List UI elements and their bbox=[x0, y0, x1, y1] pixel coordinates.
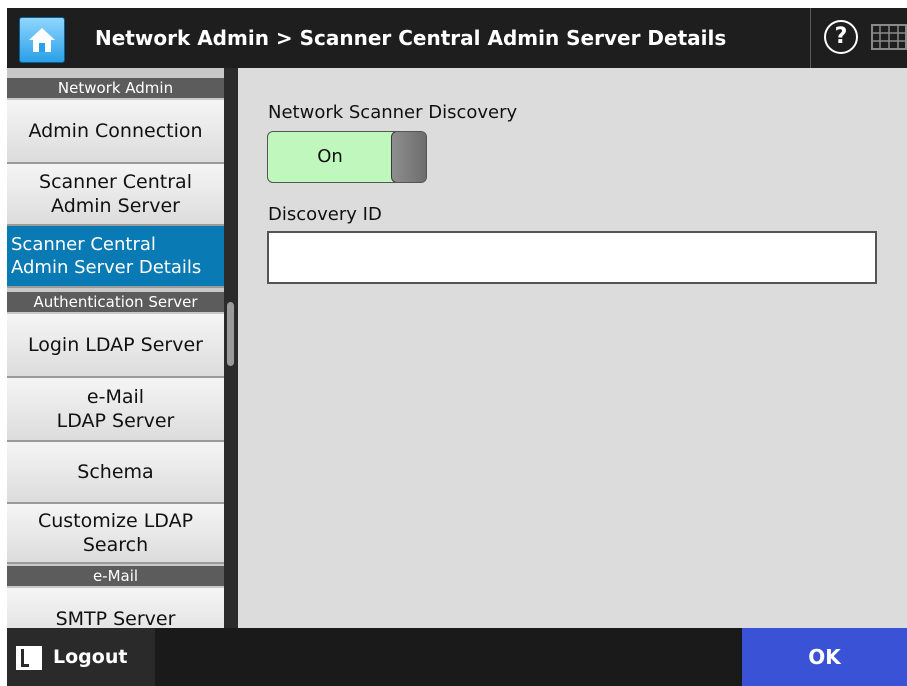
logout-label: Logout bbox=[53, 646, 128, 668]
sidebar-item-email-ldap-server[interactable]: e-Mail LDAP Server bbox=[7, 378, 224, 442]
app-window: Network Admin > Scanner Central Admin Se… bbox=[0, 0, 907, 686]
home-button[interactable] bbox=[19, 17, 65, 63]
logout-icon bbox=[15, 645, 43, 676]
network-scanner-discovery-toggle[interactable]: On bbox=[267, 131, 427, 183]
sidebar-nav: Network Admin Admin Connection Scanner C… bbox=[7, 68, 224, 628]
sidebar-item-scanner-central-admin-server-details[interactable]: Scanner Central Admin Server Details bbox=[7, 226, 224, 288]
network-scanner-discovery-label: Network Scanner Discovery bbox=[268, 102, 518, 123]
help-icon: ? bbox=[834, 24, 848, 49]
logout-button[interactable]: Logout bbox=[7, 628, 155, 686]
sidebar-scrollbar-thumb[interactable] bbox=[227, 302, 234, 366]
toggle-knob[interactable] bbox=[391, 132, 426, 182]
help-button[interactable]: ? bbox=[824, 20, 858, 54]
ok-button[interactable]: OK bbox=[742, 628, 907, 686]
sidebar-item-customize-ldap-search[interactable]: Customize LDAP Search bbox=[7, 504, 224, 564]
sidebar-item-label: Admin Connection bbox=[28, 120, 203, 142]
sidebar-item-label: Schema bbox=[77, 461, 154, 483]
sidebar-item-label: Login LDAP Server bbox=[28, 334, 203, 356]
sidebar-item-label: Customize LDAP Search bbox=[37, 510, 194, 556]
keyboard-icon bbox=[871, 24, 907, 57]
settings-panel: Network Scanner Discovery On Discovery I… bbox=[238, 68, 907, 628]
sidebar-item-login-ldap-server[interactable]: Login LDAP Server bbox=[7, 314, 224, 378]
sidebar-section-network-admin: Network Admin bbox=[7, 78, 224, 98]
footer-bar: Logout OK bbox=[7, 628, 907, 686]
sidebar-item-schema[interactable]: Schema bbox=[7, 442, 224, 504]
header-divider bbox=[810, 8, 811, 68]
sidebar-item-label: Scanner Central Admin Server Details bbox=[11, 234, 202, 278]
discovery-id-input[interactable] bbox=[267, 231, 877, 284]
sidebar-section-email: e-Mail bbox=[7, 566, 224, 586]
sidebar-section-authentication-server: Authentication Server bbox=[7, 292, 224, 312]
sidebar-item-smtp-server[interactable]: SMTP Server bbox=[7, 588, 224, 628]
keyboard-button[interactable] bbox=[871, 23, 907, 53]
sidebar-item-label: Scanner Central Admin Server bbox=[39, 171, 192, 217]
title-bar: Network Admin > Scanner Central Admin Se… bbox=[7, 8, 907, 68]
sidebar-item-label: e-Mail LDAP Server bbox=[56, 386, 175, 432]
sidebar-item-label: SMTP Server bbox=[55, 608, 176, 628]
toggle-state-label: On bbox=[317, 146, 343, 167]
discovery-id-label: Discovery ID bbox=[268, 204, 382, 225]
sidebar-item-scanner-central-admin-server[interactable]: Scanner Central Admin Server bbox=[7, 164, 224, 226]
sidebar-item-admin-connection[interactable]: Admin Connection bbox=[7, 100, 224, 164]
page-title: Network Admin > Scanner Central Admin Se… bbox=[95, 26, 727, 50]
